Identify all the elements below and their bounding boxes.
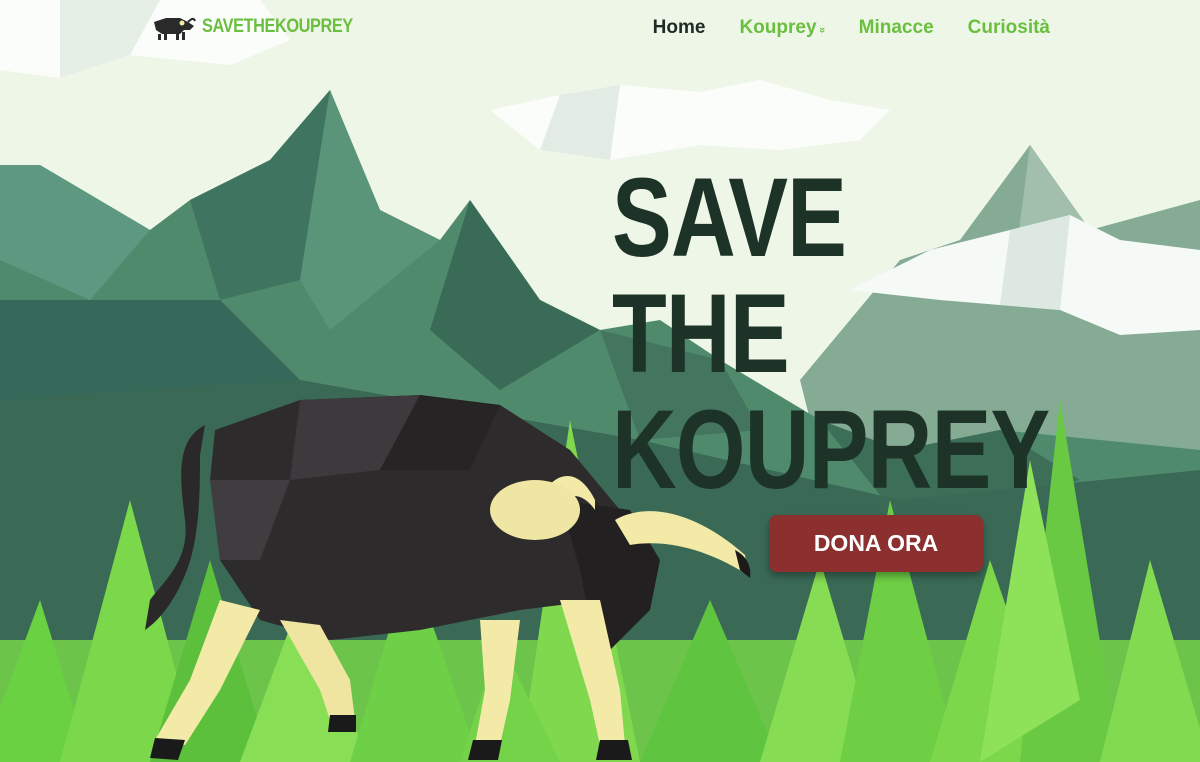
nav-item-curiosita[interactable]: Curiosità bbox=[968, 17, 1050, 39]
hero-title-line-1: SAVE bbox=[612, 155, 847, 280]
donate-button[interactable]: DONA ORA bbox=[769, 515, 983, 572]
kouprey-icon bbox=[154, 17, 196, 40]
nav-item-home[interactable]: Home bbox=[653, 17, 706, 39]
nav-item-minacce[interactable]: Minacce bbox=[859, 17, 934, 39]
kouprey-hoof-1 bbox=[596, 740, 632, 760]
navbar: SAVETHEKOUPREY Home Kouprey » Minacce Cu… bbox=[0, 0, 1200, 60]
nav-item-kouprey[interactable]: Kouprey » bbox=[739, 17, 827, 39]
kouprey-hoof-3 bbox=[328, 715, 356, 732]
brand-name: SAVETHEKOUPREY bbox=[202, 16, 353, 37]
kouprey-hoof-2 bbox=[468, 740, 502, 760]
kouprey-ear bbox=[490, 480, 580, 540]
hero-title: SAVE THE KOUPREY bbox=[612, 160, 1159, 508]
double-chevron-down-icon: » bbox=[815, 26, 828, 34]
nav-item-kouprey-label: Kouprey bbox=[739, 17, 817, 38]
brand-logo[interactable]: SAVETHEKOUPREY bbox=[150, 12, 377, 42]
main-menu: Home Kouprey » Minacce Curiosità bbox=[653, 17, 1050, 39]
hero-title-line-3: KOUPREY bbox=[612, 387, 1050, 512]
hero-title-line-2: THE bbox=[612, 271, 790, 396]
